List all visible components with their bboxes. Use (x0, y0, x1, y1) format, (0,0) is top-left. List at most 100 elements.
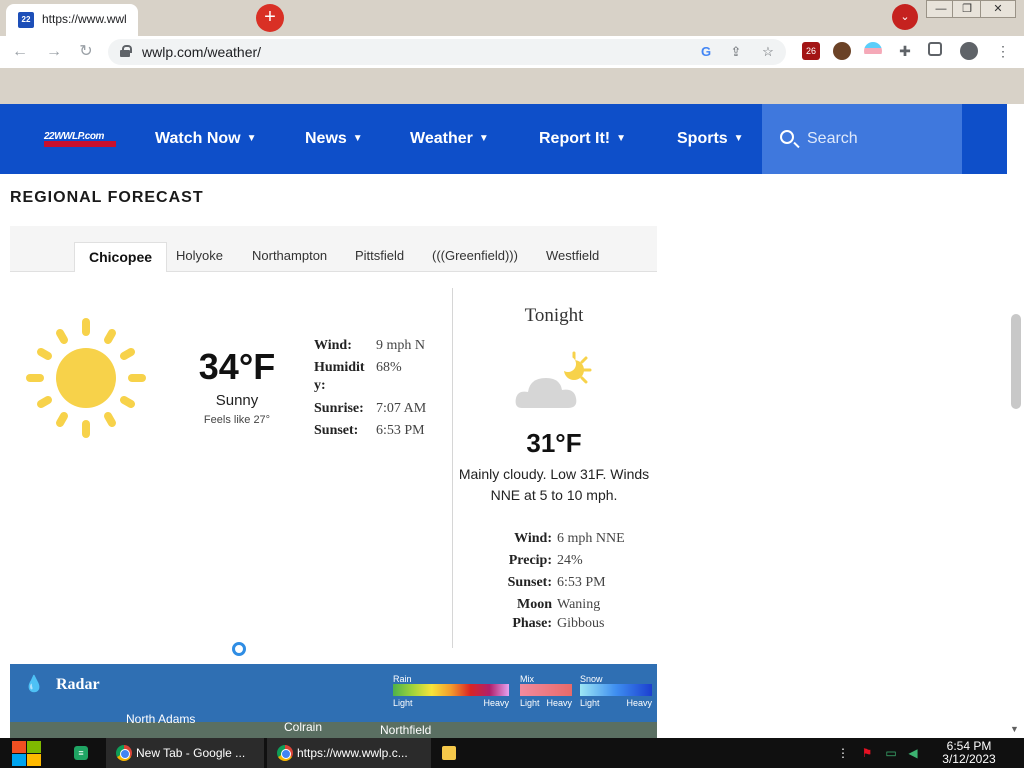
bookmark-star-icon[interactable]: ☆ (760, 44, 776, 60)
feels-like: Feels like 27° (203, 414, 271, 426)
browser-menu-icon[interactable]: ⋮ (994, 42, 1012, 60)
caret-down-icon: ▼ (352, 133, 363, 144)
tonight-moon-value-wrap: Gibbous (557, 616, 605, 631)
address-bar[interactable]: wwlp.com/weather/ G ⇪ ☆ (108, 39, 786, 65)
caret-down-icon: ▼ (733, 133, 744, 144)
legend-snow: Snow Light Heavy (580, 674, 652, 708)
humidity-value: 68% (376, 360, 402, 375)
town-label: Colrain (284, 720, 323, 734)
tab-greenfield[interactable]: (((Greenfield))) (418, 242, 532, 272)
caret-down-icon: ▼ (478, 133, 489, 144)
tonight-moon-label-wrap: Phase: (512, 616, 552, 631)
file-explorer-icon[interactable] (442, 746, 456, 760)
restore-button[interactable]: ❐ (952, 0, 982, 18)
wind-value: 9 mph N (376, 338, 425, 353)
extension-flag-icon[interactable] (864, 42, 882, 60)
profile-avatar-icon[interactable] (960, 42, 978, 60)
nav-news[interactable]: News ▼ (305, 130, 363, 148)
legend-rain: Rain Light Heavy (393, 674, 509, 708)
radar-map[interactable] (10, 722, 657, 738)
clock-date: 3/12/2023 (942, 752, 996, 766)
caret-down-icon: ▼ (616, 133, 627, 144)
extension-badge-count: 26 (805, 46, 816, 56)
forward-arrow-icon[interactable]: → (44, 42, 64, 62)
tonight-description: Mainly cloudy. Low 31F. Winds NNE at 5 t… (458, 466, 650, 503)
lock-icon[interactable] (120, 45, 132, 57)
site-navigation: 22WWLP.com Watch Now ▼ News ▼ Weather ▼ Rep… (0, 104, 1007, 174)
humidity-label: Humidit (314, 360, 365, 375)
nav-sports[interactable]: Sports ▼ (677, 130, 744, 148)
current-temperature: 34°F (198, 346, 276, 387)
address-bar-url: wwlp.com/weather/ (142, 44, 262, 60)
tonight-title: Tonight (524, 305, 584, 326)
nav-weather[interactable]: Weather ▼ (410, 130, 489, 148)
section-title: REGIONAL FORECAST (10, 189, 204, 206)
caret-down-icon: ▼ (246, 133, 257, 144)
system-clock[interactable]: 6:54 PM 3/12/2023 (938, 740, 1000, 766)
reload-icon[interactable]: ↻ (76, 42, 96, 62)
taskbar-app-wwlp[interactable]: https://www.wwlp.c... (267, 738, 431, 768)
volume-icon[interactable]: ◀ (906, 746, 920, 760)
tab-chicopee[interactable]: Chicopee (74, 242, 168, 272)
tonight-precip-label: Precip: (508, 553, 552, 568)
browser-toolbar: ← → ↻ wwlp.com/weather/ G ⇪ ☆ 26 ✚ ⋮ (0, 36, 1024, 68)
page-scrollbar[interactable]: ▼ (1007, 104, 1024, 738)
scroll-down-arrow-icon[interactable]: ▼ (1010, 724, 1019, 734)
action-center-flag-icon[interactable]: ⚑ (860, 746, 874, 760)
taskbar-app-new-tab[interactable]: New Tab - Google ... (106, 738, 264, 768)
tab-northampton[interactable]: Northampton (238, 242, 341, 272)
city-tabs: Chicopee Holyoke Northampton Pittsfield … (10, 226, 657, 272)
tonight-moon-label: Moon (517, 597, 552, 612)
town-label: Northfield (380, 723, 432, 737)
radar-title: Radar (56, 676, 100, 693)
browser-tab-wwlp[interactable]: 22 https://www.wwl (6, 4, 138, 36)
wwlp-logo[interactable]: 22WWLP.com (44, 131, 116, 149)
tab-westfield[interactable]: Westfield (532, 242, 613, 272)
extensions-puzzle-icon[interactable]: ✚ (896, 42, 914, 60)
scrollbar-thumb[interactable] (1011, 314, 1021, 409)
nav-report-it[interactable]: Report It! ▼ (539, 130, 626, 148)
extension-badge-icon[interactable]: 26 (802, 42, 820, 60)
tab-pittsfield[interactable]: Pittsfield (341, 242, 418, 272)
tonight-precip-value: 24% (557, 553, 583, 568)
network-icon[interactable]: ▭ (884, 746, 898, 760)
tonight-temperature: 31°F (526, 428, 582, 458)
humidity-label-wrap: y: (314, 378, 326, 393)
radar-precip-icon: 💧 (24, 676, 44, 693)
back-arrow-icon[interactable]: ← (10, 42, 30, 62)
tab-title: https://www.wwl (42, 12, 127, 26)
wind-label: Wind: (314, 338, 352, 353)
town-label: North Adams (126, 712, 196, 726)
loading-cursor-icon (232, 642, 246, 656)
close-window-button[interactable]: ✕ (980, 0, 1016, 18)
legend-mix: Mix Light Heavy (520, 674, 572, 708)
share-icon[interactable]: ⇪ (728, 44, 744, 60)
tab-strip: 22 https://www.wwl + ⌄ — ❐ ✕ (0, 0, 1024, 36)
sunrise-value: 7:07 AM (376, 401, 427, 416)
sunset-value: 6:53 PM (376, 423, 425, 438)
chrome-icon (277, 745, 293, 761)
sunset-label: Sunset: (314, 423, 359, 438)
partly-cloudy-night-icon (515, 351, 592, 408)
tonight-moon-value: Waning (557, 597, 601, 612)
chrome-icon (116, 745, 132, 761)
sheets-icon[interactable]: ≡ (74, 746, 88, 760)
extension-avatar-icon[interactable] (833, 42, 851, 60)
wwlp-favicon-icon: 22 (18, 12, 34, 28)
tab-search-icon[interactable]: ⌄ (892, 4, 918, 30)
nav-watch-now[interactable]: Watch Now ▼ (155, 130, 257, 148)
windows-start-icon[interactable] (10, 738, 44, 768)
new-tab-button[interactable]: + (256, 4, 284, 32)
tonight-wind-label: Wind: (514, 531, 552, 546)
side-panel-icon[interactable] (928, 42, 942, 56)
sun-icon (26, 318, 146, 438)
tonight-sunset-label: Sunset: (507, 575, 552, 590)
tab-holyoke[interactable]: Holyoke (162, 242, 237, 272)
radar-panel[interactable]: 💧 Radar Rain Light Heavy Mix Light Heavy… (10, 664, 657, 738)
site-search-input[interactable]: Search (762, 104, 962, 174)
tonight-wind-value: 6 mph NNE (557, 531, 625, 546)
tonight-sunset-value: 6:53 PM (557, 575, 606, 590)
google-lens-icon[interactable]: G (698, 44, 714, 60)
sunrise-label: Sunrise: (314, 401, 364, 416)
tray-overflow-icon[interactable]: ⋮ (836, 746, 850, 760)
